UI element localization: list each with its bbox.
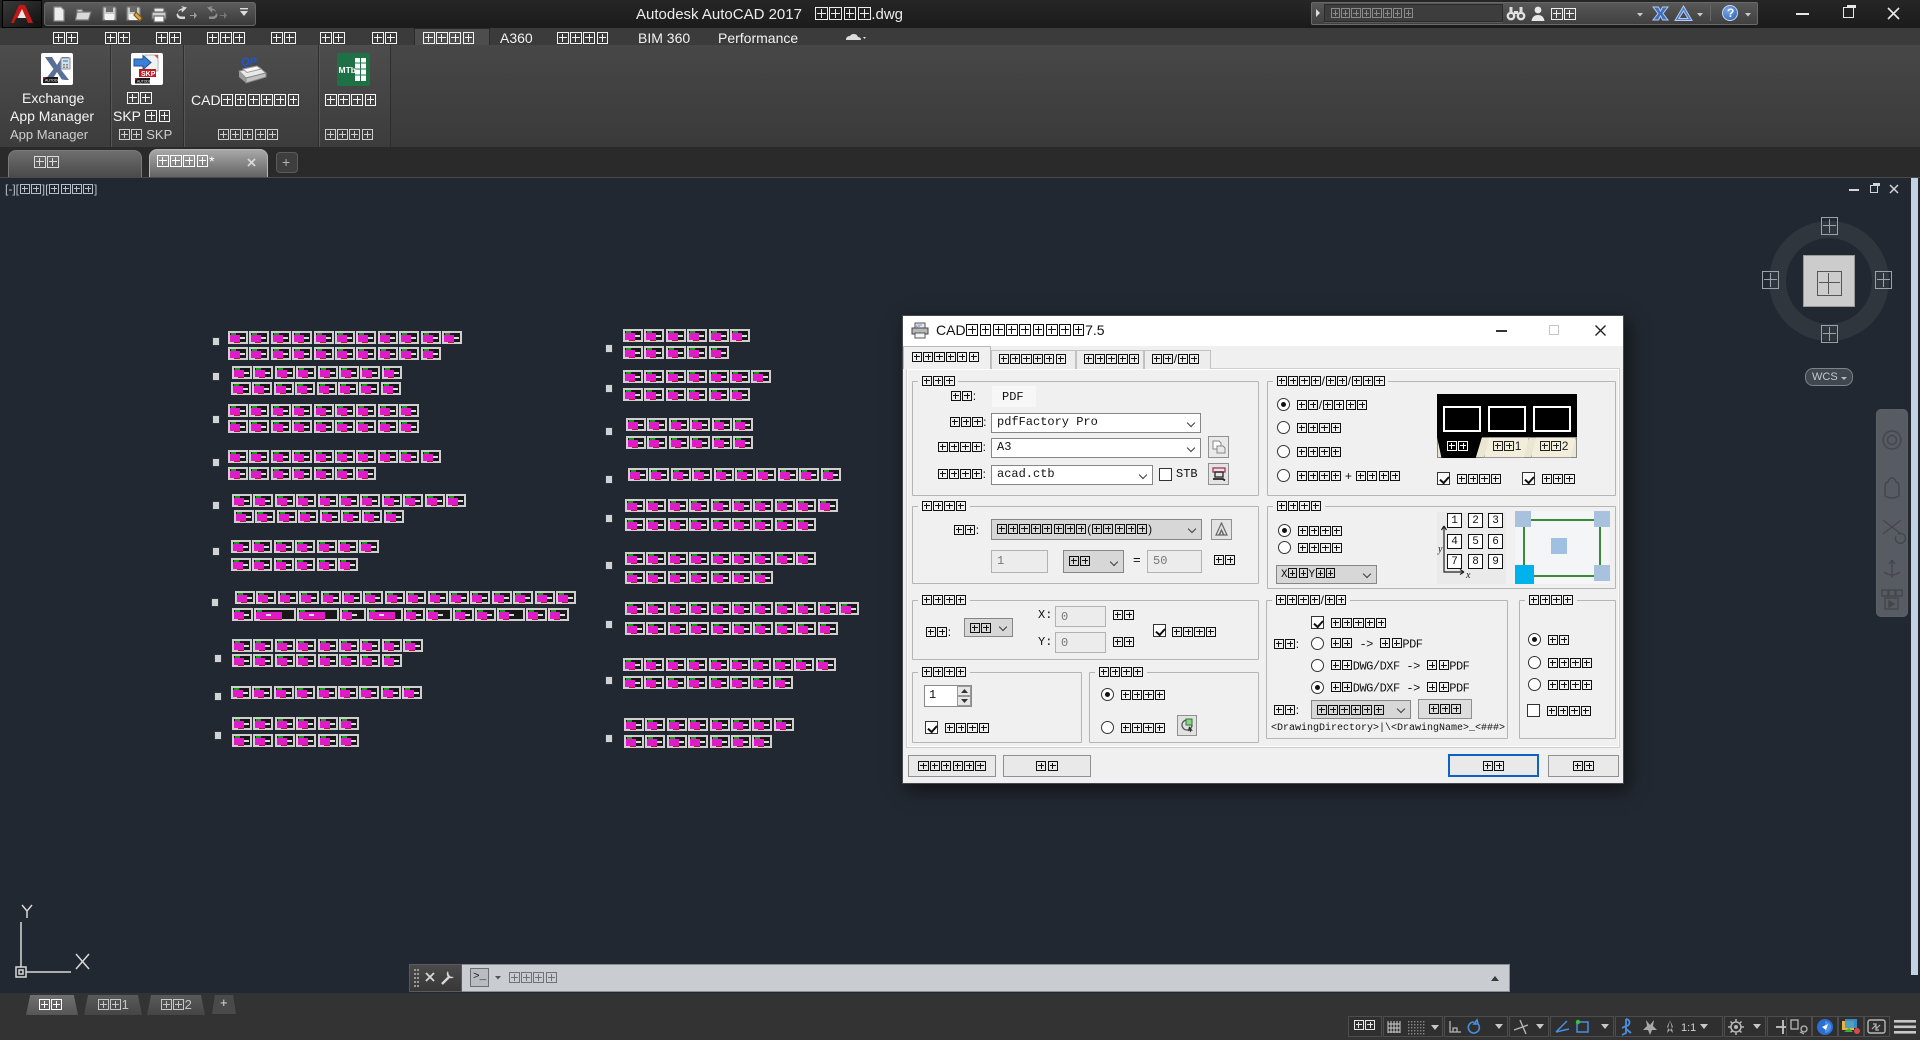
- svg-text:AUTODESK: AUTODESK: [45, 79, 65, 83]
- svg-text:MTb: MTb: [339, 65, 356, 75]
- svg-text:+: +: [253, 58, 256, 64]
- svg-text:SKP: SKP: [141, 71, 156, 78]
- svg-text:y: y: [1437, 544, 1443, 555]
- svg-text:x: x: [1465, 570, 1471, 581]
- svg-text:QP: QP: [916, 323, 922, 328]
- svg-text:1:1: 1:1: [1681, 1022, 1696, 1034]
- svg-text:AUTODESK: AUTODESK: [137, 80, 156, 84]
